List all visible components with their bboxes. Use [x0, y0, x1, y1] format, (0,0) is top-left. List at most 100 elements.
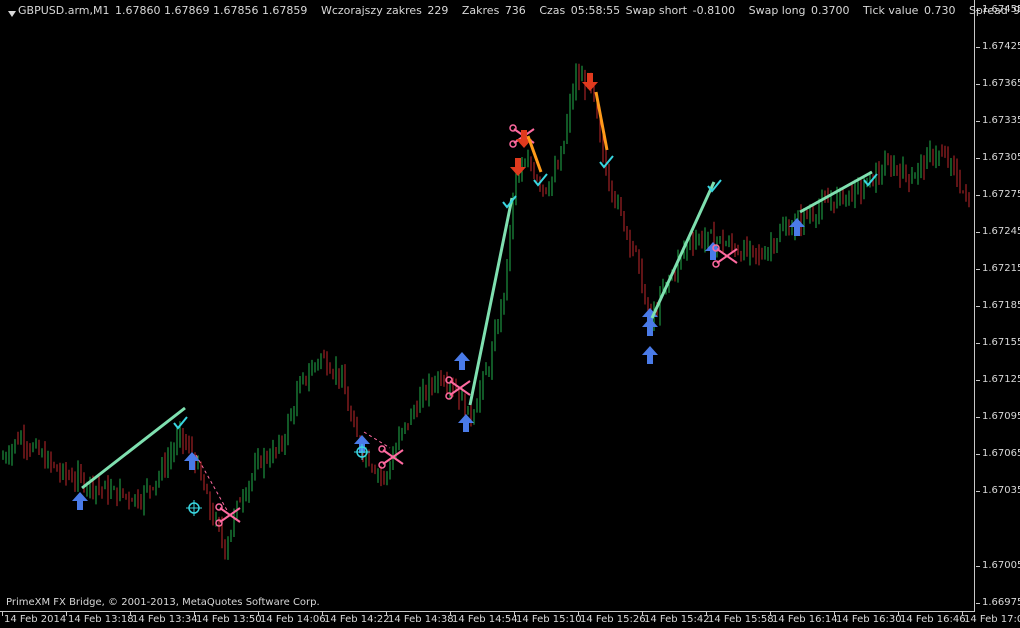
time-tick	[770, 612, 771, 616]
scissors-icon	[712, 260, 720, 268]
time-tick	[2, 612, 3, 616]
time-tick	[194, 612, 195, 616]
price-label: 1.66975	[982, 597, 1020, 608]
price-tick	[976, 47, 980, 48]
time-tick	[258, 612, 259, 616]
time-label: 14 Feb 14:38	[388, 614, 454, 625]
time-tick	[514, 612, 515, 616]
scissors-icon	[445, 392, 453, 400]
price-tick	[976, 603, 980, 604]
time-tick	[834, 612, 835, 616]
price-tick	[976, 232, 980, 233]
buy-arrow-icon	[454, 352, 470, 370]
price-label: 1.67035	[982, 485, 1020, 496]
price-tick	[976, 417, 980, 418]
time-label: 14 Feb 16:46	[900, 614, 966, 625]
time-tick	[642, 612, 643, 616]
time-label: 14 Feb 15:58	[708, 614, 774, 625]
price-label: 1.67335	[982, 115, 1020, 126]
time-tick	[130, 612, 131, 616]
time-label: 14 Feb 16:30	[836, 614, 902, 625]
time-label: 14 Feb 17:02	[964, 614, 1020, 625]
trade-line	[594, 91, 609, 151]
buy-arrow-icon	[458, 414, 474, 432]
price-tick	[976, 195, 980, 196]
buy-arrow-icon	[72, 492, 88, 510]
price-label: 1.67125	[982, 374, 1020, 385]
time-label: 14 Feb 15:10	[516, 614, 582, 625]
time-tick	[962, 612, 963, 616]
price-label: 1.67215	[982, 263, 1020, 274]
range-value: 736	[504, 4, 526, 17]
buy-arrow-icon	[642, 346, 658, 364]
price-label: 1.67155	[982, 337, 1020, 348]
time-label: 14 Feb 2014	[4, 614, 67, 625]
time-tick	[322, 612, 323, 616]
swap-long-value: 0.3700	[811, 4, 850, 17]
price-tick	[976, 491, 980, 492]
price-label: 1.67245	[982, 226, 1020, 237]
price-label: 1.67065	[982, 448, 1020, 459]
time-label: 14 Feb 15:26	[580, 614, 646, 625]
price-tick	[976, 121, 980, 122]
price-label: 1.67425	[982, 41, 1020, 52]
trade-line	[81, 406, 186, 490]
candlestick-plot[interactable]	[0, 0, 975, 612]
sell-arrow-icon	[510, 158, 526, 176]
price-tick	[976, 380, 980, 381]
time-tick	[66, 612, 67, 616]
time-label: 14 Feb 13:34	[132, 614, 198, 625]
price-tick	[976, 454, 980, 455]
price-label: 1.67275	[982, 189, 1020, 200]
price-label: 1.67095	[982, 411, 1020, 422]
chart-window[interactable]: GBPUSD.arm,M1 1.67860 1.67869 1.67856 1.…	[0, 0, 1020, 628]
price-tick	[976, 84, 980, 85]
price-label: 1.67185	[982, 300, 1020, 311]
tick-value-label: Tick value	[863, 4, 919, 17]
price-tick	[976, 566, 980, 567]
footer-credit: PrimeXM FX Bridge, © 2001-2013, MetaQuot…	[6, 597, 320, 608]
price-label: 1.67005	[982, 560, 1020, 571]
time-label: 14 Feb 13:18	[68, 614, 134, 625]
close-check-icon	[502, 195, 517, 209]
prev-range-value: 229	[427, 4, 449, 17]
price-axis[interactable]: 1.67455 1.67425 1.67365 1.67335 1.67305 1.672…	[976, 0, 1020, 612]
spread-label: Spread	[968, 4, 1008, 17]
time-label: 14 Feb 14:54	[452, 614, 518, 625]
time-tick	[450, 612, 451, 616]
price-label: 1.67365	[982, 78, 1020, 89]
ohlc-values: 1.67860 1.67869 1.67856 1.67859	[114, 4, 308, 17]
price-tick	[976, 158, 980, 159]
time-label: 14 Feb 14:06	[260, 614, 326, 625]
prev-range-label: Wczorajszy zakres	[320, 4, 422, 17]
time-tick	[898, 612, 899, 616]
dropdown-triangle-icon[interactable]	[8, 11, 16, 17]
trade-line	[468, 197, 514, 406]
spread-value: 9	[1013, 4, 1020, 17]
scissors-icon	[378, 461, 386, 469]
swap-long-label: Swap long	[748, 4, 806, 17]
time-tick	[706, 612, 707, 616]
tick-value-value: 0.730	[923, 4, 956, 17]
price-tick	[976, 306, 980, 307]
swap-short-value: -0.8100	[692, 4, 736, 17]
plot-area[interactable]	[0, 0, 975, 612]
time-label: 14 Feb 15:42	[644, 614, 710, 625]
time-label: Czas	[539, 4, 566, 17]
time-label: 14 Feb 13:50	[196, 614, 262, 625]
scissors-icon	[215, 503, 223, 511]
time-axis[interactable]: 14 Feb 2014 14 Feb 13:18 14 Feb 13:34 14 Fe…	[0, 612, 1020, 628]
price-tick	[976, 269, 980, 270]
scissors-icon	[509, 124, 517, 132]
trade-dashed-line	[363, 431, 391, 449]
sell-arrow-icon	[582, 73, 598, 91]
scissors-icon	[378, 445, 386, 453]
scissors-icon	[509, 140, 517, 148]
symbol-label: GBPUSD.arm,M1	[18, 4, 110, 17]
time-value: 05:58:55	[570, 4, 621, 17]
price-label: 1.67305	[982, 152, 1020, 163]
time-label: 14 Feb 14:22	[324, 614, 390, 625]
time-label: 14 Feb 16:14	[772, 614, 838, 625]
time-tick	[386, 612, 387, 616]
time-tick	[578, 612, 579, 616]
